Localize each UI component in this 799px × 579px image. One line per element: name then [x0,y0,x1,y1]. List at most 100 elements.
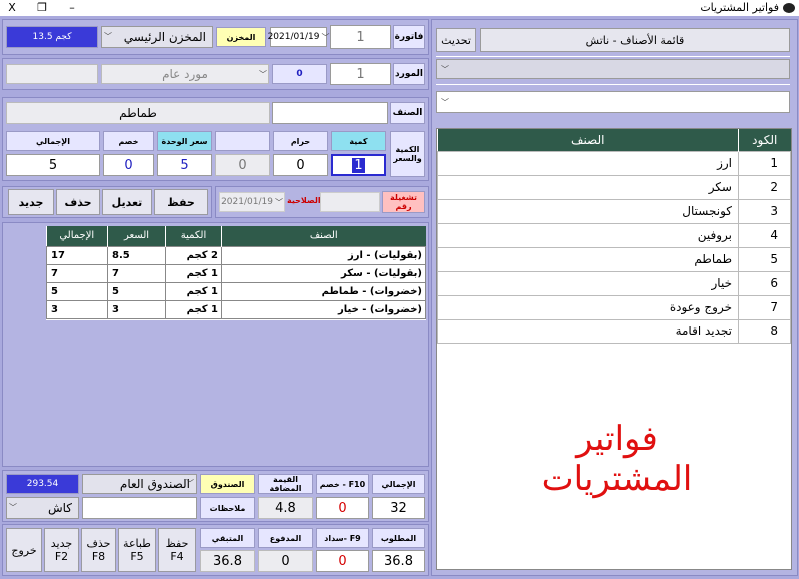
list-title: قائمة الأصناف - ناتش [480,28,790,52]
warehouse-value: المخزن الرئيسي [123,30,206,44]
unit-price-input[interactable]: 5 [157,154,212,176]
list-item[interactable]: 5 طماطم [437,246,791,272]
cashbox-balance: 293.54 [6,474,79,494]
item-name: ارز [437,150,739,176]
supplier-value: مورد عام [162,67,208,81]
remaining-amount: 36.8 [200,550,255,572]
row-total: 7 [46,263,108,283]
column-header-total[interactable]: الإجمالي [46,226,108,246]
item-label: الصنف [390,102,425,124]
new-line-button[interactable]: جديد [8,189,54,215]
item-search-dropdown[interactable]: ﹀ [436,91,790,113]
close-icon[interactable]: X [0,0,24,16]
row-total: 3 [46,299,108,319]
item-code: 5 [738,246,791,272]
row-qty: 1 كجم [165,299,222,319]
row-item: (خضروات) - طماطم [221,281,426,301]
supplier-number-field[interactable]: 1 [330,63,391,85]
row-price: 8.5 [107,245,166,265]
cashbox-dropdown[interactable]: الصندوق العام [82,474,197,494]
total-label: الإجمالي [372,474,425,494]
list-item[interactable]: 7 خروج وعودة [437,294,791,320]
expiry-label: الصلاحية [287,196,321,205]
item-code: 4 [738,222,791,248]
blank-value: 0 [215,154,270,176]
item-code-field[interactable] [272,102,388,124]
column-header-item[interactable]: الصنف [437,129,739,151]
expiry-date-value: 2021/01/19 [221,197,273,207]
invoice-discount-label: خصم - F10 [316,474,369,494]
invoice-label: فاتورة [393,25,425,49]
chevron-down-icon: ﹀ [104,32,112,41]
required-label: المطلوب [372,528,425,548]
row-total: 17 [46,245,108,265]
table-row[interactable]: (خضروات) - خيار 1 كجم 3 3 [46,299,426,319]
row-item: (خضروات) - خيار [221,299,426,319]
row-item: (بقوليات) - سكر [221,263,426,283]
row-qty: 1 كجم [165,263,222,283]
items-grid: الكود الصنف 1 ارز 2 سكر 3 كونجستال 4 بروفين … [436,128,792,570]
notes-field[interactable] [82,497,197,519]
row-price: 7 [107,263,166,283]
minimize-icon[interactable]: – [60,0,84,16]
print-button[interactable]: طباعة F5 [118,528,156,572]
vat-value: 4.8 [258,497,313,519]
title-bar [0,0,799,16]
remaining-label: المتبقي [200,528,255,548]
supplier-dropdown[interactable]: مورد عام [101,64,269,84]
delete-invoice-button[interactable]: حذف F8 [81,528,116,572]
item-name: خروج وعودة [437,294,739,320]
invoice-date-picker[interactable]: 2021/01/19 ﹀ [268,27,330,47]
save-line-button[interactable]: حفظ [154,189,208,215]
item-name: كونجستال [437,198,739,224]
column-header-item[interactable]: الصنف [221,226,426,246]
invoice-total-field: 32 [372,497,425,519]
weight-total: 13.5 كجم [6,26,98,48]
edit-line-button[interactable]: تعديل [102,189,152,215]
column-header-price[interactable]: السعر [107,226,166,246]
list-item[interactable]: 6 خيار [437,270,791,296]
unit-price-header: سعر الوحدة [157,131,212,151]
exit-button[interactable]: خروج [6,528,42,572]
refresh-button[interactable]: تحديث [436,28,476,52]
delete-line-button[interactable]: حذف [56,189,100,215]
row-qty: 2 كجم [165,245,222,265]
list-item[interactable]: 4 بروفين [437,222,791,248]
maximize-icon[interactable]: ❐ [30,0,54,16]
supplier-balance: 0 [272,64,327,84]
total-header: الإجمالي [6,131,100,151]
invoice-discount-input[interactable]: 0 [316,497,369,519]
batch-number-field[interactable] [320,192,380,212]
list-item[interactable]: 3 كونجستال [437,198,791,224]
notes-label: ملاحظات [200,497,255,519]
invoice-number-field[interactable]: 1 [330,25,391,49]
discount-input[interactable]: 0 [103,154,154,176]
expiry-date-picker[interactable]: 2021/01/19 ﹀ [219,192,285,212]
qty-input[interactable]: 1 [331,154,386,176]
list-item[interactable]: 8 تجديد اقامة [437,318,791,344]
category-dropdown[interactable]: ﹀ [436,59,790,79]
item-name-field: طماطم [6,102,270,124]
row-total: 5 [46,281,108,301]
chevron-down-icon: ﹀ [259,70,267,79]
item-name: بروفين [437,222,739,248]
divider [436,84,790,85]
chevron-down-icon: ﹀ [441,98,449,107]
table-row[interactable]: (بقوليات) - سكر 1 كجم 7 7 [46,263,426,283]
paid-label: المدفوع [258,528,313,548]
list-item[interactable]: 2 سكر [437,174,791,200]
row-price: 5 [107,281,166,301]
new-invoice-button[interactable]: جديد F2 [44,528,79,572]
pay-input[interactable]: 0 [316,550,369,572]
free-qty-input[interactable]: 0 [273,154,328,176]
item-name: طماطم [437,246,739,272]
save-invoice-button[interactable]: حفظ F4 [158,528,196,572]
warehouse-dropdown[interactable]: المخزن الرئيسي [101,26,213,48]
list-item[interactable]: 1 ارز [437,150,791,176]
table-row[interactable]: (بقوليات) - ارز 2 كجم 8.5 17 [46,245,426,265]
table-row[interactable]: (خضروات) - طماطم 1 كجم 5 5 [46,281,426,301]
column-header-code[interactable]: الكود [738,129,791,151]
column-header-qty[interactable]: الكمية [165,226,222,246]
chevron-down-icon: ﹀ [321,32,330,42]
required-amount: 36.8 [372,550,425,572]
